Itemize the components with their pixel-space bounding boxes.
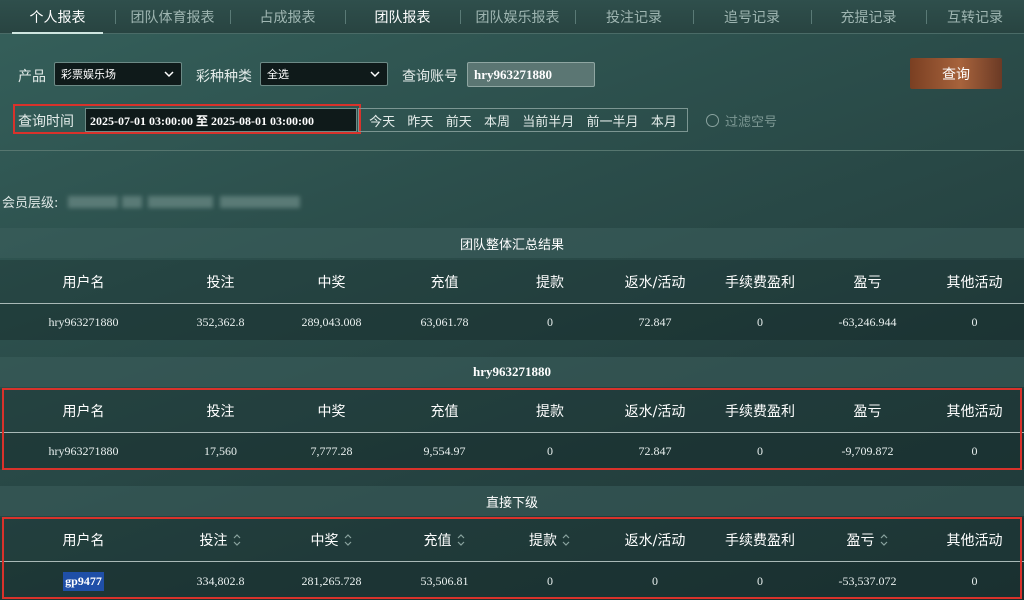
quick-this-month[interactable]: 本月 — [651, 111, 677, 130]
quick-today[interactable]: 今天 — [369, 111, 395, 130]
col-fee-profit: 手续费盈利 — [725, 274, 795, 291]
tab-bet-records[interactable]: 投注记录 — [575, 0, 693, 34]
quick-this-week[interactable]: 本周 — [484, 111, 510, 130]
query-time-label: 查询时间 — [18, 114, 74, 130]
product-label: 产品 — [18, 69, 46, 85]
date-range-input[interactable]: 2025-07-01 03:00:00 至 2025-08-01 03:00:0… — [85, 108, 357, 132]
cell-deposit: 63,061.78 — [420, 314, 469, 329]
subordinates-highlight-box — [2, 517, 1022, 599]
tab-share-report[interactable]: 占成报表 — [230, 0, 345, 34]
redacted-blur — [68, 196, 118, 208]
lottery-type-select[interactable]: 全选 — [260, 62, 388, 86]
tab-personal-report[interactable]: 个人报表 — [0, 0, 115, 34]
table-header: 用户名 投注 中奖 充值 提款 返水/活动 手续费盈利 盈亏 其他活动 — [0, 260, 1024, 304]
quick-current-half-month[interactable]: 当前半月 — [522, 111, 574, 130]
cell-withdraw: 0 — [547, 314, 553, 329]
col-other-activity: 其他活动 — [946, 274, 1003, 291]
tab-team-sports-report[interactable]: 团队体育报表 — [115, 0, 230, 34]
section-title-account: hry963271880 — [0, 357, 1024, 387]
redacted-blur — [220, 196, 300, 208]
col-win: 中奖 — [317, 274, 346, 291]
cell-bet: 352,362.8 — [196, 314, 245, 329]
cell-username: hry963271880 — [48, 314, 119, 329]
lottery-type-label: 彩种种类 — [196, 69, 252, 85]
col-rebate: 返水/活动 — [624, 274, 686, 291]
member-level-label: 会员层级: — [2, 196, 59, 211]
redacted-blur — [148, 196, 213, 208]
tab-chase-records[interactable]: 追号记录 — [693, 0, 811, 34]
cell-profit-loss: -63,246.944 — [838, 314, 897, 329]
radio-icon[interactable] — [706, 114, 719, 127]
table-row: hry963271880 352,362.8 289,043.008 63,06… — [0, 304, 1024, 340]
chevron-down-icon — [370, 71, 380, 78]
col-bet: 投注 — [206, 274, 235, 291]
report-tab-bar: 个人报表 团队体育报表 占成报表 团队报表 团队娱乐报表 投注记录 追号记录 充… — [0, 0, 1024, 34]
tab-transfer-records[interactable]: 互转记录 — [926, 0, 1024, 34]
tab-deposit-withdraw-records[interactable]: 充提记录 — [811, 0, 926, 34]
quick-previous-half-month[interactable]: 前一半月 — [587, 111, 639, 130]
col-withdraw: 提款 — [536, 274, 564, 291]
team-summary-table: 用户名 投注 中奖 充值 提款 返水/活动 手续费盈利 盈亏 其他活动 hry9… — [0, 260, 1024, 340]
cell-rebate: 72.847 — [638, 314, 672, 329]
cell-other-activity: 0 — [971, 314, 978, 329]
quick-date-bar: 今天 昨天 前天 本周 当前半月 前一半月 本月 — [358, 108, 688, 132]
quick-yesterday[interactable]: 昨天 — [407, 111, 433, 130]
quick-day-before[interactable]: 前天 — [446, 111, 472, 130]
section-title-team-summary: 团队整体汇总结果 — [0, 228, 1024, 258]
redacted-blur — [122, 196, 142, 208]
tab-team-entertainment-report[interactable]: 团队娱乐报表 — [460, 0, 575, 34]
cell-win: 289,043.008 — [301, 314, 362, 329]
account-highlight-box — [2, 388, 1022, 470]
product-select[interactable]: 彩票娱乐场 — [54, 62, 182, 86]
chevron-down-icon — [164, 71, 174, 78]
col-deposit: 充值 — [430, 274, 459, 291]
section-title-direct-subordinates: 直接下级 — [0, 486, 1024, 516]
query-account-input[interactable]: hry963271880 — [467, 62, 595, 87]
filter-empty-toggle[interactable]: 过滤空号 — [706, 111, 777, 130]
query-account-label: 查询账号 — [402, 69, 458, 85]
cell-fee-profit: 0 — [757, 314, 763, 329]
col-username: 用户名 — [62, 274, 105, 291]
tab-team-report[interactable]: 团队报表 — [345, 0, 460, 34]
divider — [0, 150, 1024, 151]
query-button[interactable]: 查询 — [910, 58, 1002, 89]
col-profit-loss: 盈亏 — [853, 274, 882, 291]
